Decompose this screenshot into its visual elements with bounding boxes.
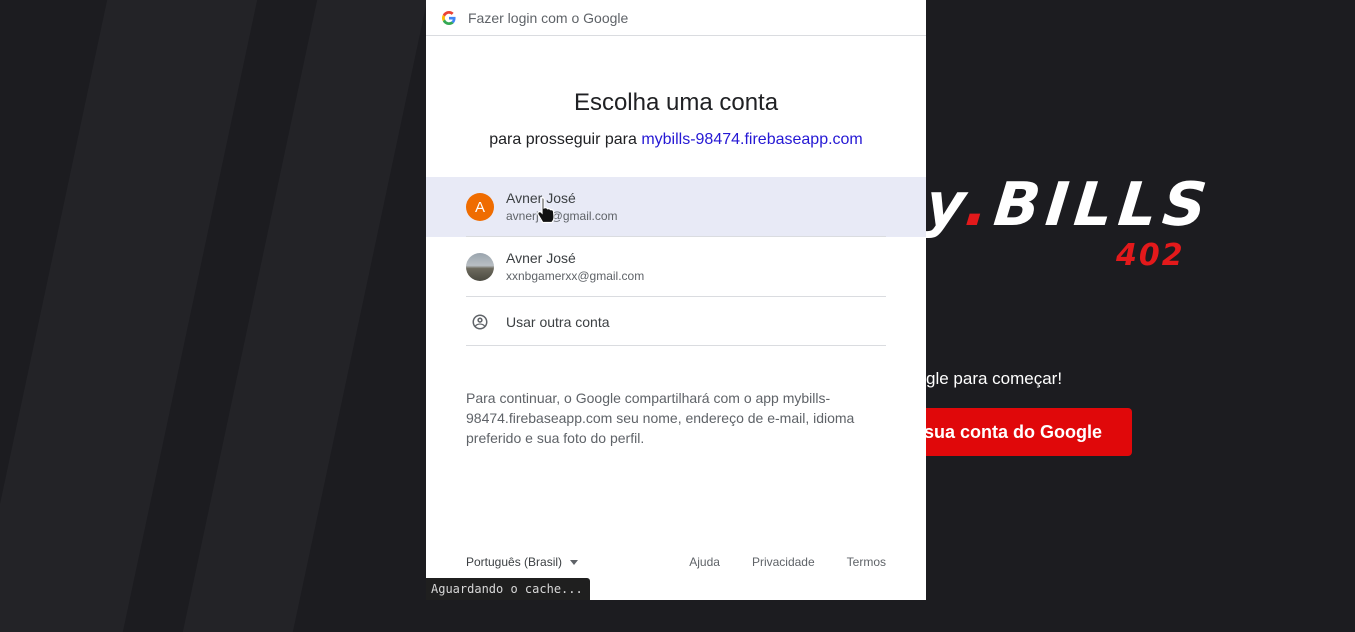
popup-title: Fazer login com o Google [468, 9, 629, 26]
popup-titlebar: Fazer login com o Google [426, 0, 926, 36]
google-signin-popup: Fazer login com o Google Escolha uma con… [426, 0, 926, 600]
caret-down-icon [570, 559, 579, 565]
divider [466, 345, 886, 346]
account-email: xxnbgamerxx@gmail.com [506, 269, 645, 283]
popup-footer: Português (Brasil) Ajuda Privacidade Ter… [466, 553, 886, 573]
language-selector[interactable]: Português (Brasil) [466, 555, 579, 569]
language-label: Português (Brasil) [466, 555, 563, 569]
hand-cursor-icon [535, 196, 557, 224]
app-logo-subtitle: 402 [1116, 238, 1185, 273]
consent-disclaimer: Para continuar, o Google compartilhará c… [466, 390, 855, 446]
page-title: Escolha uma conta [573, 89, 779, 116]
footer-links: Ajuda Privacidade Termos [689, 555, 886, 569]
avatar [466, 253, 494, 281]
google-g-icon [442, 10, 456, 25]
account-circle-icon [466, 308, 494, 336]
use-another-account-label: Usar outra conta [506, 313, 610, 330]
browser-status-bar: Aguardando o cache... [426, 578, 590, 600]
login-prompt-text: gle para começar! [926, 369, 1063, 388]
use-another-account-button[interactable]: Usar outra conta [426, 297, 926, 346]
account-item[interactable]: Avner José xxnbgamerxx@gmail.com [426, 237, 926, 297]
app-logo: y.BILLS [922, 170, 1216, 240]
avatar: A [466, 193, 494, 221]
help-link[interactable]: Ajuda [689, 555, 720, 569]
account-name: Avner José [506, 190, 576, 206]
terms-link[interactable]: Termos [847, 555, 886, 569]
account-list: A Avner José avnerj…@gmail.com Avner Jos… [426, 177, 926, 346]
app-domain-link[interactable]: mybills-98474.firebaseapp.com [641, 131, 862, 148]
account-email: avnerj…@gmail.com [506, 209, 618, 223]
account-item[interactable]: A Avner José avnerj…@gmail.com [426, 177, 926, 237]
privacy-link[interactable]: Privacidade [752, 555, 815, 569]
account-name: Avner José [506, 250, 576, 266]
page-subtitle: para prosseguir para mybills-98474.fireb… [489, 131, 863, 148]
google-login-button[interactable]: sua conta do Google [912, 408, 1132, 456]
